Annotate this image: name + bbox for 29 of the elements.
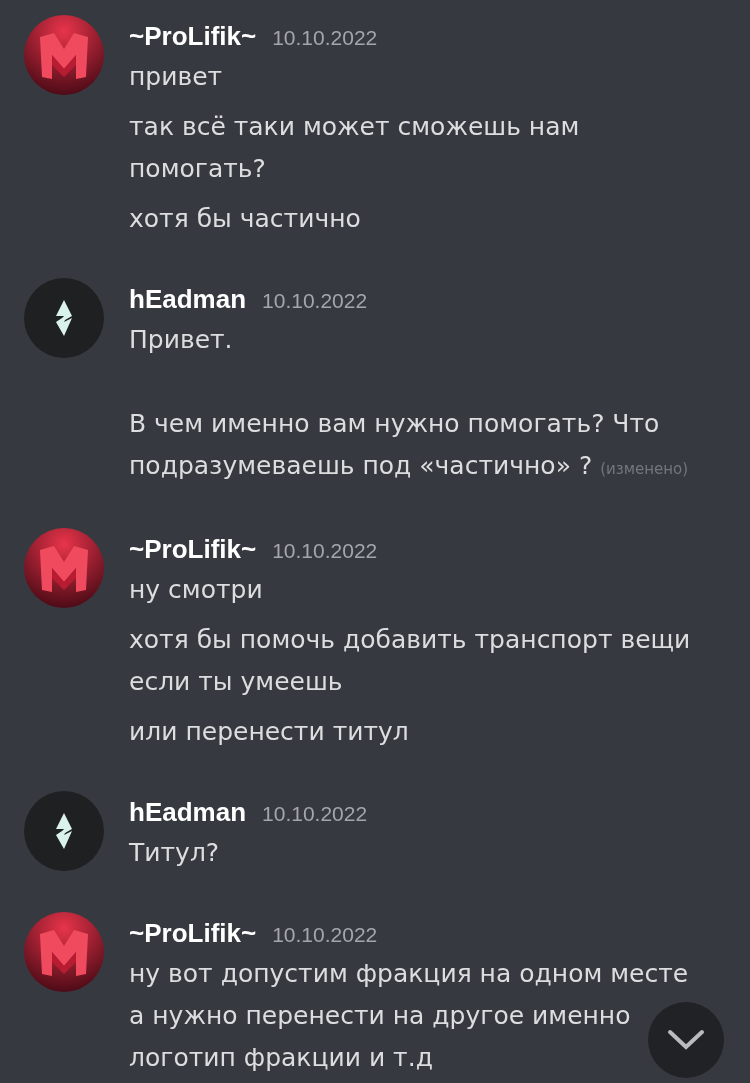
- author-name[interactable]: hEadman: [129, 797, 247, 828]
- timestamp: 10.10.2022: [272, 539, 378, 563]
- timestamp: 10.10.2022: [262, 802, 368, 826]
- message-text: В чем именно вам нужно помогать? Что: [129, 409, 660, 438]
- message-text: ну смотри: [129, 575, 263, 604]
- author-name[interactable]: ~ProLifik~: [129, 21, 257, 52]
- timestamp: 10.10.2022: [272, 923, 378, 947]
- message-text: помогать?: [129, 154, 266, 183]
- timestamp: 10.10.2022: [272, 26, 378, 50]
- message-text: Титул?: [129, 838, 220, 867]
- timestamp: 10.10.2022: [262, 289, 368, 313]
- edited-label: (изменено): [600, 460, 689, 478]
- message-text: так всё таки может сможешь нам: [129, 112, 580, 141]
- author-name[interactable]: ~ProLifik~: [129, 918, 257, 949]
- chevron-down-icon: [666, 1028, 706, 1052]
- message-text: хотя бы помочь добавить транспорт вещи: [129, 625, 691, 654]
- message-text: если ты умеешь: [129, 667, 343, 696]
- author-name[interactable]: hEadman: [129, 284, 247, 315]
- message-text: Привет.: [129, 325, 233, 354]
- message-text: а нужно перенести на другое именно: [129, 1001, 631, 1030]
- avatar-icon[interactable]: [24, 791, 104, 871]
- author-name[interactable]: ~ProLifik~: [129, 534, 257, 565]
- message-text: логотип фракции и т.д: [129, 1043, 433, 1072]
- message-text: или перенести титул: [129, 717, 409, 746]
- message-text: подразумеваешь под «частично» ?: [129, 451, 593, 480]
- message-text: ну вот допустим фракция на одном месте: [129, 959, 689, 988]
- message-text: хотя бы частично: [129, 204, 361, 233]
- avatar-icon[interactable]: [24, 278, 104, 358]
- message-text: привет: [129, 62, 223, 91]
